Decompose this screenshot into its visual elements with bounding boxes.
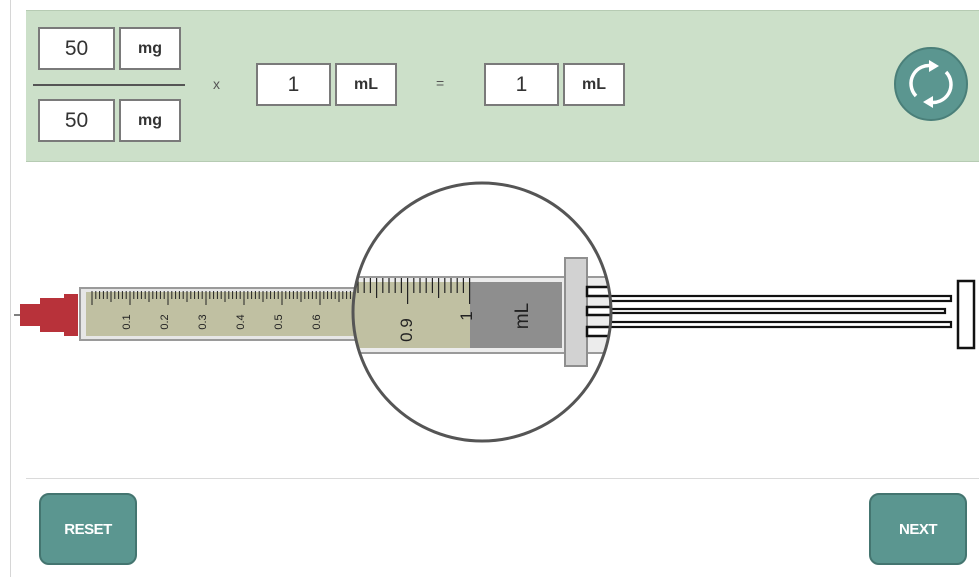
multiply-sign: x — [213, 76, 220, 92]
magnifier-lens: 0.9 1 mL — [351, 181, 613, 443]
plunger[interactable] — [603, 279, 976, 350]
refresh-icon — [909, 60, 953, 108]
result-value-field[interactable]: 1 — [484, 63, 559, 106]
next-button[interactable]: NEXT — [869, 493, 967, 565]
syringe: 0.1 0.2 0.3 0.4 0.5 0.6 0.9 1 mL — [14, 181, 976, 443]
volume-unit-field[interactable]: mL — [335, 63, 397, 106]
scale-label: 0.2 — [159, 314, 171, 329]
unit-label: mL — [512, 303, 533, 329]
reset-button[interactable]: RESET — [39, 493, 137, 565]
magnified-label: 0.9 — [397, 318, 416, 342]
magnified-label: 1 — [457, 311, 476, 320]
fraction-bar — [33, 84, 185, 86]
scale-label: 0.1 — [121, 314, 133, 329]
numerator-value-field[interactable]: 50 — [38, 27, 115, 70]
needle-cap — [20, 304, 42, 326]
equals-sign: = — [436, 75, 445, 91]
barrel-flange — [564, 257, 588, 367]
refresh-button[interactable] — [894, 47, 968, 121]
scale-label: 0.6 — [311, 314, 323, 329]
footer-divider — [26, 478, 979, 479]
syringe-area: 0.1 0.2 0.3 0.4 0.5 0.6 0.9 1 mL — [0, 170, 979, 460]
numerator-unit-field[interactable]: mg — [119, 27, 181, 70]
scale-label: 0.4 — [235, 314, 247, 329]
scale-label: 0.3 — [197, 314, 209, 329]
scale-label: 0.5 — [273, 314, 285, 329]
denominator-value-field[interactable]: 50 — [38, 99, 115, 142]
result-unit-field[interactable]: mL — [563, 63, 625, 106]
volume-value-field[interactable]: 1 — [256, 63, 331, 106]
denominator-unit-field[interactable]: mg — [119, 99, 181, 142]
